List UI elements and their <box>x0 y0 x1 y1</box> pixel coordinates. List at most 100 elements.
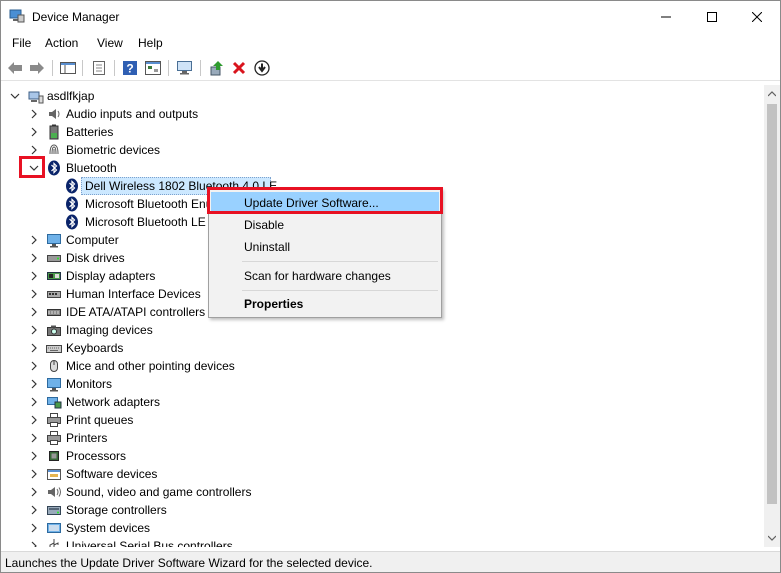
tree-category-label: Batteries <box>66 125 114 139</box>
menu-properties[interactable]: Properties <box>211 293 439 315</box>
tree-category-label: Print queues <box>66 413 134 427</box>
minimize-button[interactable] <box>643 1 689 32</box>
menu-bar: File Action View Help <box>1 33 780 54</box>
close-button[interactable] <box>734 1 780 32</box>
camera-icon <box>47 325 61 336</box>
device-manager-window: Device Manager File Action View Help ? a… <box>0 0 781 573</box>
chevron-down-icon[interactable] <box>10 91 20 101</box>
monitor-icon <box>47 378 61 392</box>
tree-category-system-devices[interactable]: System devices <box>2 519 764 537</box>
show-hide-tree-button[interactable] <box>59 59 77 77</box>
tree-category-printers[interactable]: Printers <box>2 429 764 447</box>
tree-category-audio-inputs-and-outputs[interactable]: Audio inputs and outputs <box>2 105 764 123</box>
tree-category-label: Bluetooth <box>66 161 117 175</box>
tree-category-network-adapters[interactable]: Network adapters <box>2 393 764 411</box>
chevron-right-icon[interactable] <box>29 487 39 497</box>
menu-separator <box>242 261 438 262</box>
maximize-icon <box>707 11 717 22</box>
back-button[interactable] <box>6 59 24 77</box>
tree-category-storage-controllers[interactable]: Storage controllers <box>2 501 764 519</box>
vertical-scrollbar[interactable] <box>764 85 780 547</box>
chevron-right-icon[interactable] <box>29 523 39 533</box>
status-bar: Launches the Update Driver Software Wiza… <box>1 551 780 572</box>
scroll-up-icon[interactable] <box>768 91 776 97</box>
chevron-right-icon[interactable] <box>29 415 39 425</box>
tree-category-bluetooth[interactable]: Bluetooth <box>2 159 764 177</box>
chevron-right-icon[interactable] <box>29 271 39 281</box>
chevron-right-icon[interactable] <box>29 145 39 155</box>
menu-action[interactable]: Action <box>45 36 78 50</box>
tree-category-processors[interactable]: Processors <box>2 447 764 465</box>
tree-category-print-queues[interactable]: Print queues <box>2 411 764 429</box>
tree-root[interactable]: asdlfkjap <box>2 87 764 105</box>
bluetooth-icon <box>66 214 78 230</box>
help-button[interactable]: ? <box>121 59 139 77</box>
enable-device-button[interactable] <box>253 59 271 77</box>
tree-category-label: Keyboards <box>66 341 124 355</box>
tree-category-software-devices[interactable]: Software devices <box>2 465 764 483</box>
bluetooth-icon <box>66 178 78 194</box>
chevron-right-icon[interactable] <box>29 109 39 119</box>
tree-category-universal-serial-bus-controllers[interactable]: Universal Serial Bus controllers <box>2 537 764 547</box>
bluetooth-icon <box>66 196 78 212</box>
title-bar[interactable]: Device Manager <box>1 1 780 32</box>
window-title: Device Manager <box>32 10 120 24</box>
chevron-right-icon[interactable] <box>29 433 39 443</box>
battery-icon <box>49 124 59 140</box>
update-driver-icon <box>210 61 223 76</box>
tree-category-sound-video-and-game-controllers[interactable]: Sound, video and game controllers <box>2 483 764 501</box>
maximize-button[interactable] <box>689 1 735 32</box>
scrollbar-thumb[interactable] <box>767 104 777 504</box>
chevron-right-icon[interactable] <box>29 469 39 479</box>
chevron-right-icon[interactable] <box>29 361 39 371</box>
menu-scan-hardware[interactable]: Scan for hardware changes <box>211 265 439 287</box>
menu-uninstall[interactable]: Uninstall <box>211 236 439 258</box>
system-device-icon <box>47 523 61 533</box>
tree-category-batteries[interactable]: Batteries <box>2 123 764 141</box>
network-icon <box>47 397 62 409</box>
menu-properties-label: Properties <box>244 297 304 311</box>
tree-category-biometric-devices[interactable]: Biometric devices <box>2 141 764 159</box>
chevron-right-icon[interactable] <box>29 451 39 461</box>
chevron-right-icon[interactable] <box>29 505 39 515</box>
tree-category-label: Printers <box>66 431 108 445</box>
toolbar: ? <box>1 56 780 81</box>
tree-category-label: Monitors <box>66 377 113 391</box>
chevron-right-icon[interactable] <box>29 235 39 245</box>
tree-category-label: Storage controllers <box>66 503 167 517</box>
disk-icon <box>47 255 61 262</box>
tree-category-monitors[interactable]: Monitors <box>2 375 764 393</box>
chevron-right-icon[interactable] <box>29 325 39 335</box>
usb-icon <box>49 539 59 547</box>
chevron-right-icon[interactable] <box>29 253 39 263</box>
menu-file[interactable]: File <box>12 36 31 50</box>
sound-icon <box>48 487 61 497</box>
tree-category-label: Audio inputs and outputs <box>66 107 199 121</box>
menu-disable[interactable]: Disable <box>211 214 439 236</box>
ide-icon <box>47 309 61 316</box>
properties-button[interactable] <box>90 59 108 77</box>
chevron-right-icon[interactable] <box>29 541 39 547</box>
display-computer-button[interactable] <box>176 59 194 77</box>
uninstall-button[interactable] <box>230 59 248 77</box>
tree-category-keyboards[interactable]: Keyboards <box>2 339 764 357</box>
chevron-right-icon[interactable] <box>29 307 39 317</box>
chevron-right-icon[interactable] <box>29 343 39 353</box>
chevron-right-icon[interactable] <box>29 127 39 137</box>
tree-category-imaging-devices[interactable]: Imaging devices <box>2 321 764 339</box>
tree-category-mice-and-other-pointing-devices[interactable]: Mice and other pointing devices <box>2 357 764 375</box>
update-driver-button[interactable] <box>208 59 226 77</box>
tree-category-label: Computer <box>66 233 119 247</box>
menu-separator <box>242 290 438 291</box>
tree-category-label: Disk drives <box>66 251 125 265</box>
forward-button[interactable] <box>28 59 46 77</box>
chevron-right-icon[interactable] <box>29 379 39 389</box>
chevron-right-icon[interactable] <box>29 397 39 407</box>
menu-disable-label: Disable <box>244 218 285 232</box>
scroll-down-icon[interactable] <box>768 535 776 541</box>
monitor-icon <box>47 234 61 248</box>
menu-help[interactable]: Help <box>138 36 163 50</box>
chevron-right-icon[interactable] <box>29 289 39 299</box>
resources-view-button[interactable] <box>144 59 162 77</box>
menu-view[interactable]: View <box>97 36 123 50</box>
